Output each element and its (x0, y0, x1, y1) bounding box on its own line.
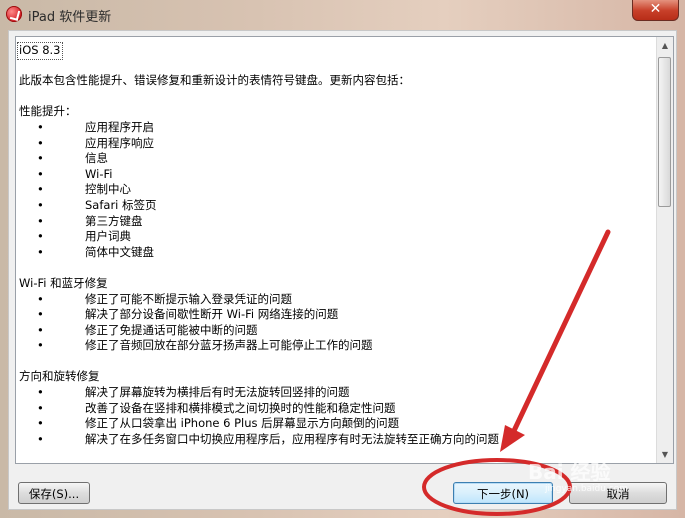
annotation-arrow-head (500, 425, 525, 452)
update-window: iPad 软件更新 ✕ iOS 8.3 此版本包含性能提升、错误修复和重新设计的… (0, 0, 685, 518)
watermark: Bai 经验 (528, 460, 611, 484)
watermark-url: jingyan.baidu.com (545, 484, 629, 494)
annotation-overlay (422, 229, 611, 516)
annotation-arrow-line (509, 229, 611, 438)
